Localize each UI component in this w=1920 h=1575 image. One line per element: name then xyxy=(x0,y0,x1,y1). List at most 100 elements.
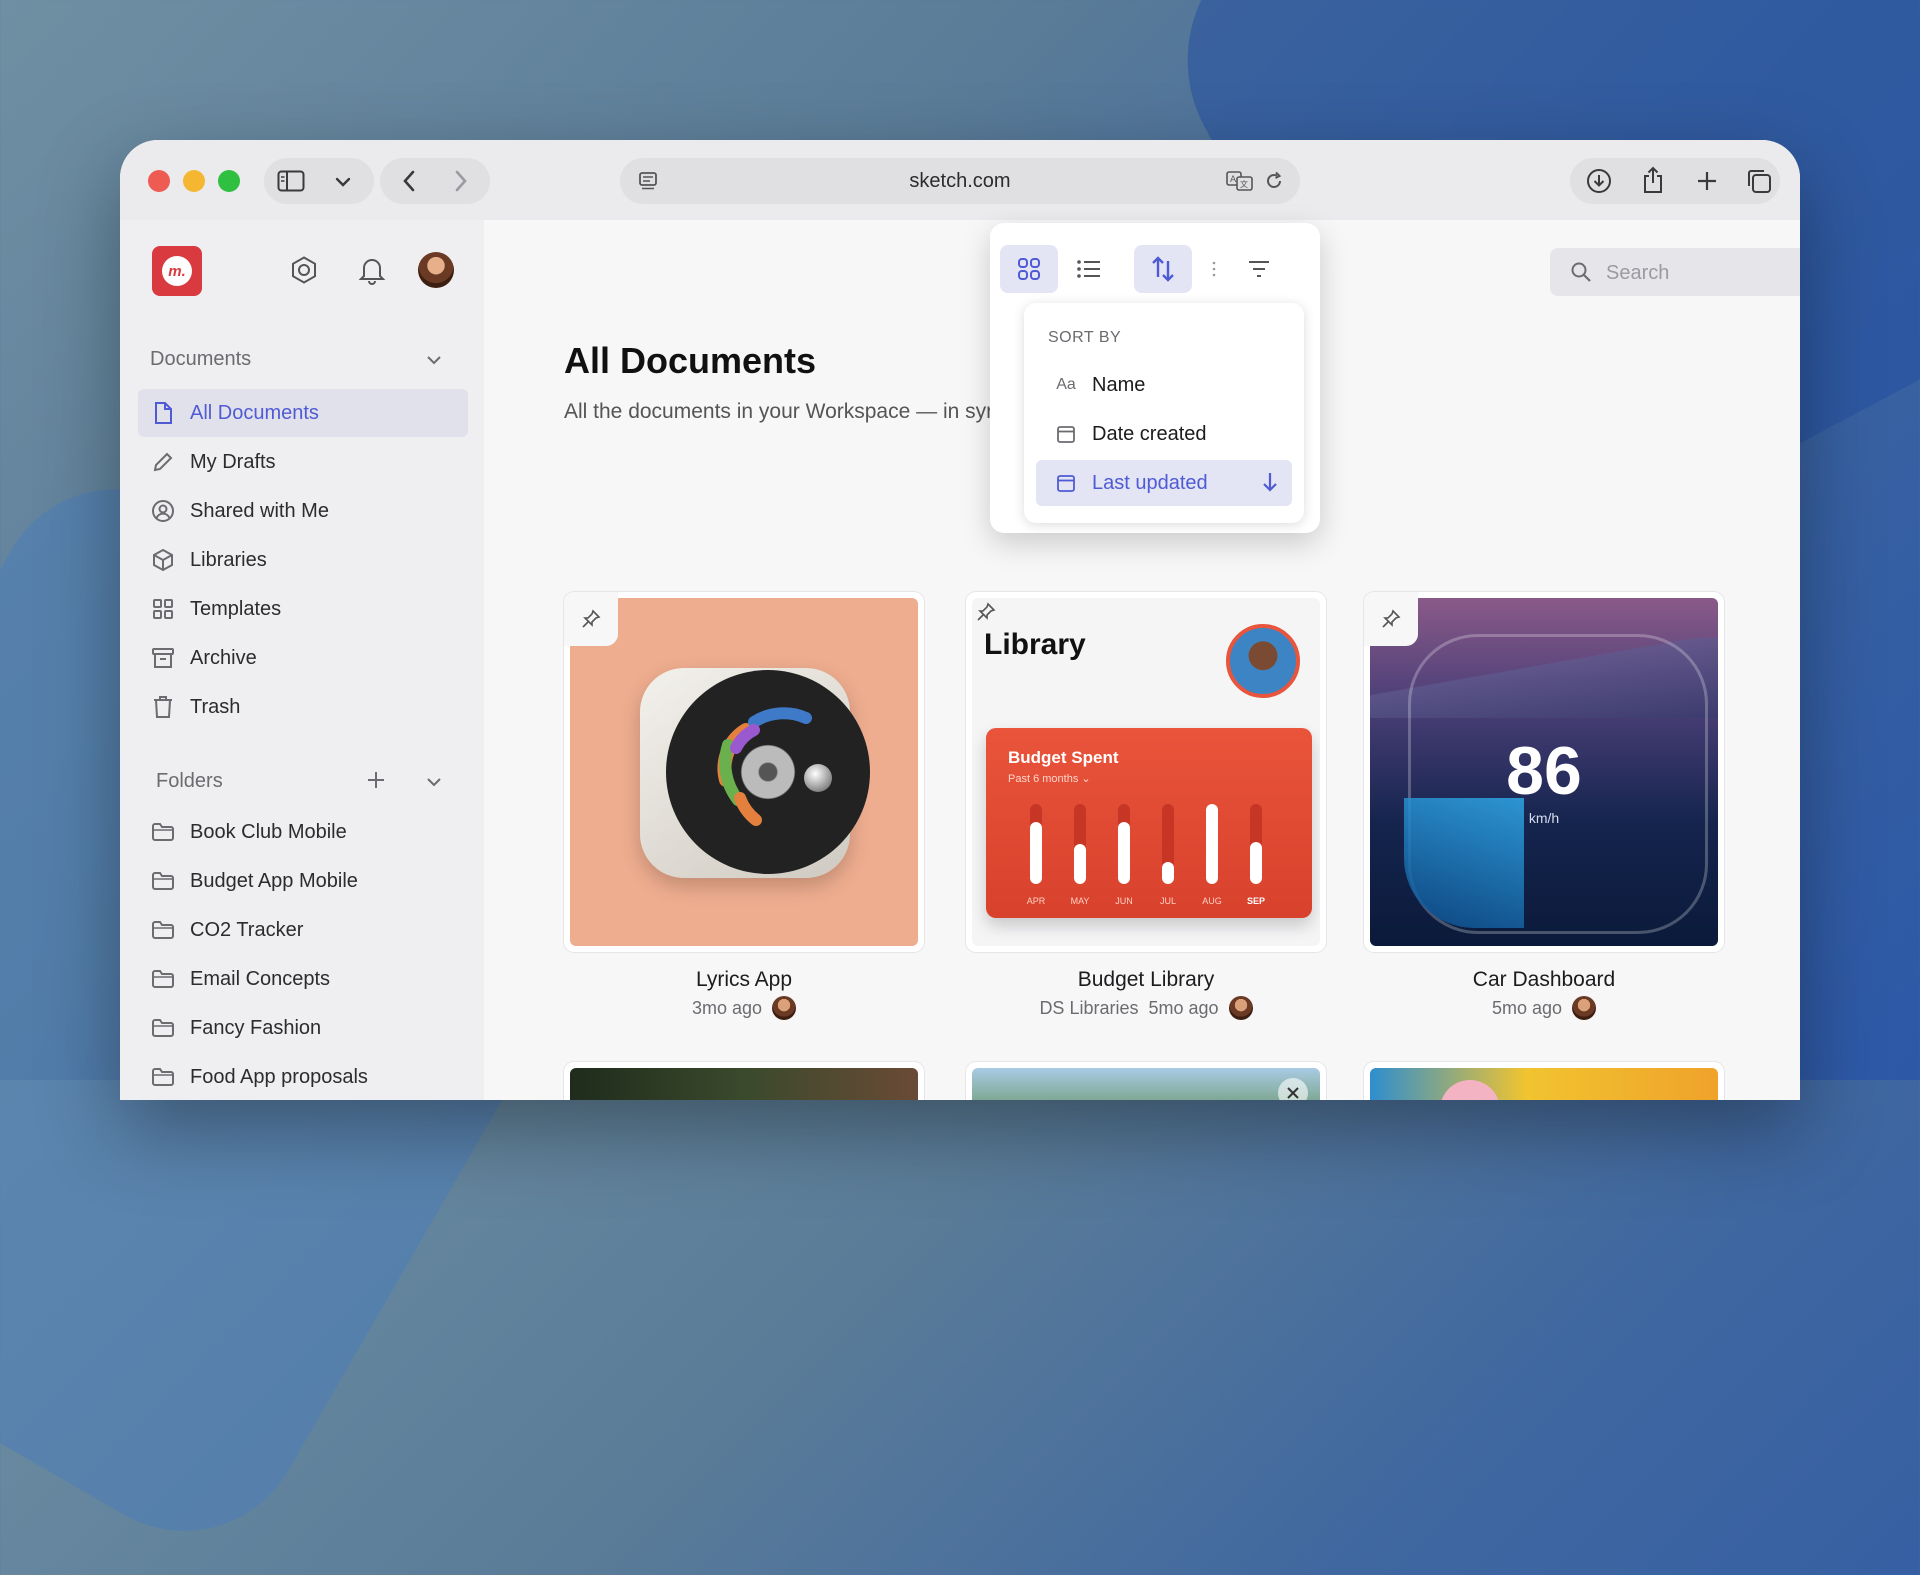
sidebar-item-templates[interactable]: Templates xyxy=(138,585,468,633)
settings-icon[interactable] xyxy=(286,252,322,288)
arrow-down-icon[interactable] xyxy=(1262,471,1278,498)
folder-item[interactable]: Book Club Mobile xyxy=(138,808,468,856)
back-icon[interactable] xyxy=(394,168,424,194)
folder-label: Email Concepts xyxy=(190,967,331,990)
folder-icon xyxy=(150,966,176,992)
navigation-group xyxy=(380,158,490,204)
document-card-budget-library[interactable]: Library Budget Spent Past 6 months ⌄ APR… xyxy=(966,592,1326,952)
folder-item[interactable]: CO2 Tracker xyxy=(138,906,468,954)
folder-item[interactable]: Email Concepts xyxy=(138,955,468,1003)
author-avatar xyxy=(772,996,797,1020)
browser-window: sketch.com A文 m. Documents All Documents… xyxy=(120,140,1800,1100)
translate-icon[interactable]: A文 xyxy=(1226,170,1254,192)
pin-icon[interactable] xyxy=(1364,592,1418,646)
chevron-down-icon[interactable] xyxy=(426,774,441,788)
document-thumbnail xyxy=(570,598,918,946)
maximize-window-button[interactable] xyxy=(218,170,240,192)
workspace-logo[interactable]: m. xyxy=(152,246,202,296)
budget-bar xyxy=(1030,804,1042,884)
sidebar-item-libraries[interactable]: Libraries xyxy=(138,536,468,584)
color-arcs-illustration xyxy=(717,707,812,826)
sort-by-header: SORT BY xyxy=(1048,329,1122,346)
list-icon xyxy=(1077,260,1100,278)
budget-bar xyxy=(1118,804,1130,884)
sort-option-date-created[interactable]: Date created xyxy=(1036,411,1292,457)
sort-button[interactable] xyxy=(1134,245,1192,293)
chevron-down-icon[interactable] xyxy=(328,170,358,194)
chevron-down-icon[interactable] xyxy=(426,352,441,366)
knob-illustration xyxy=(804,764,832,792)
filter-button[interactable] xyxy=(1230,245,1288,293)
view-options-popover: SORT BY Aa Name Date created Last update… xyxy=(990,223,1320,533)
folder-label: Book Club Mobile xyxy=(190,820,347,843)
user-avatar[interactable] xyxy=(418,252,454,288)
notification-bell-icon[interactable] xyxy=(354,252,390,288)
budget-widget: Budget Spent Past 6 months ⌄ APR MAY JUN… xyxy=(986,728,1312,918)
more-options-icon[interactable] xyxy=(1212,260,1216,278)
folder-item[interactable]: Food App proposals xyxy=(138,1053,468,1100)
document-thumbnail xyxy=(570,1068,918,1100)
sidebar-item-all-documents[interactable]: All Documents xyxy=(138,389,468,437)
tab-overview-icon[interactable] xyxy=(1744,167,1774,195)
month-label: APR xyxy=(1026,896,1046,906)
minimize-window-button[interactable] xyxy=(183,170,205,192)
svg-text:A: A xyxy=(1230,175,1237,185)
pin-icon[interactable] xyxy=(966,592,1006,632)
share-icon[interactable] xyxy=(1638,165,1668,195)
grid-view-button[interactable] xyxy=(1000,245,1058,293)
document-card[interactable] xyxy=(564,1062,924,1100)
card-meta: DS Libraries 5mo ago xyxy=(966,996,1326,1020)
folder-label: Budget App Mobile xyxy=(190,869,358,892)
folder-label: Food App proposals xyxy=(190,1065,368,1088)
download-icon[interactable] xyxy=(1584,167,1614,195)
sidebar-item-my-drafts[interactable]: My Drafts xyxy=(138,438,468,486)
folder-item[interactable]: Fancy Fashion xyxy=(138,1004,468,1052)
new-tab-icon[interactable] xyxy=(1692,167,1722,195)
list-view-button[interactable] xyxy=(1060,245,1118,293)
budget-widget-title: Budget Spent xyxy=(1008,748,1119,767)
search-icon xyxy=(1570,261,1592,288)
sidebar-toggle-icon[interactable] xyxy=(276,167,306,195)
filter-icon xyxy=(1249,261,1269,277)
card-title[interactable]: Car Dashboard xyxy=(1364,968,1724,992)
pin-icon[interactable] xyxy=(564,592,618,646)
document-icon xyxy=(150,400,176,426)
card-meta: 3mo ago xyxy=(564,996,924,1020)
browser-actions-group xyxy=(1570,158,1780,204)
author-avatar xyxy=(1572,996,1597,1020)
address-bar[interactable]: sketch.com A文 xyxy=(620,158,1300,204)
author-avatar xyxy=(1228,996,1253,1020)
add-folder-icon[interactable] xyxy=(366,770,386,790)
close-icon[interactable] xyxy=(1278,1078,1308,1100)
calendar-icon xyxy=(1054,424,1078,444)
card-title[interactable]: Lyrics App xyxy=(564,968,924,992)
sort-dropdown: SORT BY Aa Name Date created Last update… xyxy=(1024,303,1304,523)
close-window-button[interactable] xyxy=(148,170,170,192)
reload-icon[interactable] xyxy=(1262,170,1286,192)
folder-icon xyxy=(150,1015,176,1041)
folder-item[interactable]: Budget App Mobile xyxy=(138,857,468,905)
month-label: JUL xyxy=(1159,896,1176,906)
document-card[interactable] xyxy=(1364,1062,1724,1100)
document-thumbnail xyxy=(1370,1068,1718,1100)
forward-icon[interactable] xyxy=(446,168,476,194)
person-circle-icon xyxy=(150,498,176,524)
card-library[interactable]: DS Libraries xyxy=(1039,998,1138,1019)
sidebar-item-shared-with-me[interactable]: Shared with Me xyxy=(138,487,468,535)
folder-icon xyxy=(150,819,176,845)
search-input[interactable]: Search xyxy=(1550,248,1800,296)
sidebar-item-trash[interactable]: Trash xyxy=(138,683,468,731)
search-placeholder: Search xyxy=(1606,262,1670,284)
text-case-icon: Aa xyxy=(1056,376,1076,393)
card-title[interactable]: Budget Library xyxy=(966,968,1326,992)
folders-section-header[interactable]: Folders xyxy=(156,770,223,793)
sort-option-name[interactable]: Aa Name xyxy=(1036,362,1292,408)
documents-section-header[interactable]: Documents xyxy=(150,348,251,371)
url-text: sketch.com xyxy=(909,170,1011,192)
document-card-lyrics-app[interactable] xyxy=(564,592,924,952)
sidebar-item-archive[interactable]: Archive xyxy=(138,634,468,682)
document-card-car-dashboard[interactable]: 86 km/h xyxy=(1364,592,1724,952)
document-card[interactable] xyxy=(966,1062,1326,1100)
sidebar-item-label: Libraries xyxy=(190,548,267,571)
sort-option-last-updated[interactable]: Last updated xyxy=(1036,460,1292,506)
